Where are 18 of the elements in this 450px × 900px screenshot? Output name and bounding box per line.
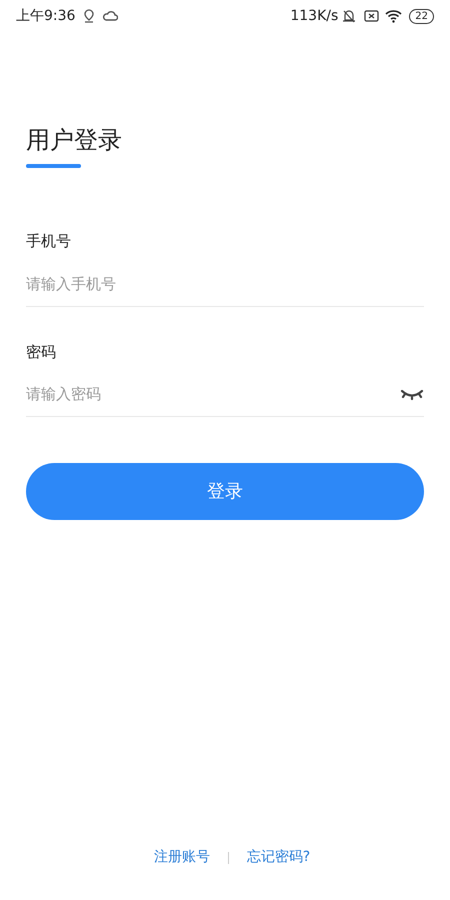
location-icon [83,9,96,23]
network-speed: 113K/s [290,6,338,26]
input-field[interactable]: 请输入手机号 [26,272,424,296]
status-time: 上午9:36 [16,6,76,26]
battery-indicator: 22 [409,8,434,24]
wifi-icon [385,9,404,23]
cloud-icon [103,10,118,22]
login-button[interactable]: 登录 [26,463,424,520]
input-field[interactable]: 请输入密码 [26,383,400,406]
page-title: 用户登录 [26,125,123,156]
muted-bell-icon [342,9,356,23]
field-label: 手机号 [26,231,72,252]
footer-link[interactable]: 注册账号 [154,847,210,868]
sim-icon [364,10,380,22]
closed-eye-icon[interactable] [400,388,424,400]
title-underline [26,164,81,168]
footer-link[interactable]: 忘记密码? [246,847,310,868]
field-label: 密码 [26,342,57,362]
